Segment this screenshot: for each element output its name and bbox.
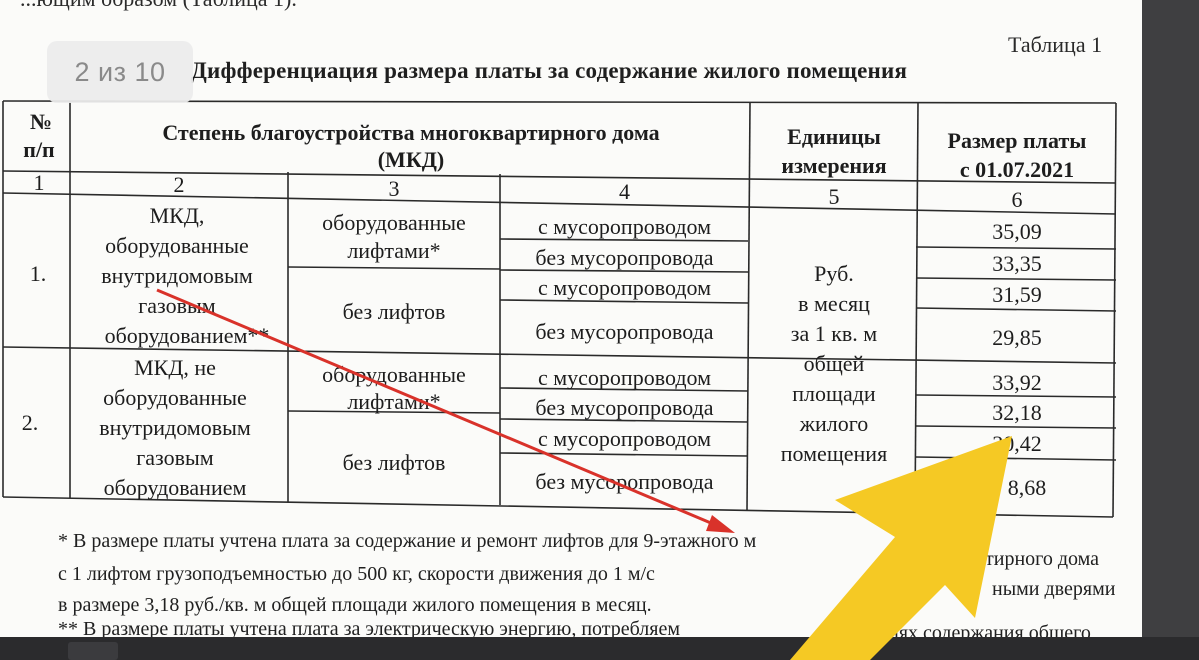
row2-type-line1: МКД, не — [134, 355, 216, 380]
row1-type-line2: оборудованные — [105, 233, 249, 258]
footnote-2-a: с 1 лифтом грузоподъемностью до 500 кг, … — [58, 563, 655, 585]
row2-value-4: 8,68 — [1007, 475, 1047, 500]
footnote-4-a: ** В размере платы учтена плата за элект… — [58, 618, 681, 637]
row1-chute-without-b: без мусоропровода — [535, 319, 714, 344]
footnote-1-b: тирного дома — [985, 548, 1100, 570]
header-price-line2: с 01.07.2021 — [959, 157, 1075, 182]
row1-type-line3: внутридомовым — [101, 263, 253, 288]
row1-value-1: 35,09 — [992, 219, 1042, 244]
row1-chute-with-b: с мусоропроводом — [537, 275, 712, 300]
col-number-6: 6 — [1011, 187, 1023, 212]
viewer-bottom-chip[interactable] — [68, 642, 118, 660]
col-number-1: 1 — [33, 170, 45, 195]
row2-type-line3: внутридомовым — [99, 415, 251, 440]
col-number-5: 5 — [828, 184, 840, 209]
row2-chute-without-b: без мусоропровода — [535, 469, 714, 494]
row2-lift-yes-line1: оборудованные — [322, 362, 466, 387]
col-number-2: 2 — [173, 172, 185, 197]
row1-lift-no: без лифтов — [342, 299, 446, 324]
row2-type-line4: газовым — [136, 445, 214, 470]
row1-lift-yes-line1: оборудованные — [322, 210, 466, 235]
row2-chute-with-b: с мусоропроводом — [537, 426, 712, 451]
units-line7: помещения — [780, 441, 888, 466]
header-degree-line1: Степень благоустройства многоквартирного… — [162, 120, 660, 145]
units-line6: жилого — [799, 411, 869, 436]
header-price-line1: Размер платы — [947, 128, 1087, 153]
row2-chute-with-a: с мусоропроводом — [537, 365, 712, 390]
header-num-line1: № — [29, 109, 53, 134]
row1-type-line5: оборудованием** — [104, 323, 270, 348]
row1-value-3: 31,59 — [992, 282, 1042, 307]
row2-value-2: 32,18 — [992, 400, 1042, 425]
units-line5: площади — [792, 381, 876, 406]
row1-chute-with-a: с мусоропроводом — [537, 214, 712, 239]
units-line1: Руб. — [814, 261, 854, 286]
footnote-4-b: елях содержания общего — [880, 622, 1091, 637]
row1-lift-yes-line2: лифтами* — [347, 238, 441, 263]
row2-num: 2. — [21, 410, 39, 435]
row1-num: 1. — [29, 261, 47, 286]
row1-value-4: 29,85 — [992, 325, 1042, 350]
row2-value-3: 30,42 — [992, 431, 1042, 456]
row2-type-line5: оборудованием — [103, 475, 247, 500]
col-number-4: 4 — [619, 179, 630, 204]
footnote-3: в размере 3,18 руб./кв. м общей площади … — [58, 594, 652, 616]
row2-chute-without-a: без мусоропровода — [535, 395, 714, 420]
row1-chute-without-a: без мусоропровода — [535, 245, 714, 270]
page-counter: 2 из 10 — [47, 41, 193, 103]
footnote-2-b: ас — [920, 573, 938, 595]
row2-lift-no: без лифтов — [342, 450, 446, 475]
viewer-bottom-bar — [0, 637, 1199, 660]
header-units-line2: измерения — [781, 153, 887, 178]
row2-value-1: 33,92 — [992, 370, 1042, 395]
units-line2: в месяц — [798, 291, 870, 316]
units-line4: общей — [803, 351, 865, 376]
footnote-2-c: ными дверями — [992, 578, 1116, 600]
viewer-background-edge — [1142, 0, 1199, 660]
footnote-1-a: * В размере платы учтена плата за содерж… — [58, 530, 757, 552]
units-line3: за 1 кв. м — [790, 321, 878, 346]
col-number-3: 3 — [388, 176, 400, 201]
row2-lift-yes-line2: лифтами* — [347, 389, 441, 414]
header-units-line1: Единицы — [787, 124, 881, 149]
row1-type-line1: МКД, — [149, 203, 205, 228]
row1-value-2: 33,35 — [992, 251, 1042, 276]
row2-type-line2: оборудованные — [103, 385, 247, 410]
row1-type-line4: газовым — [138, 293, 216, 318]
header-num-line2: п/п — [23, 137, 55, 162]
